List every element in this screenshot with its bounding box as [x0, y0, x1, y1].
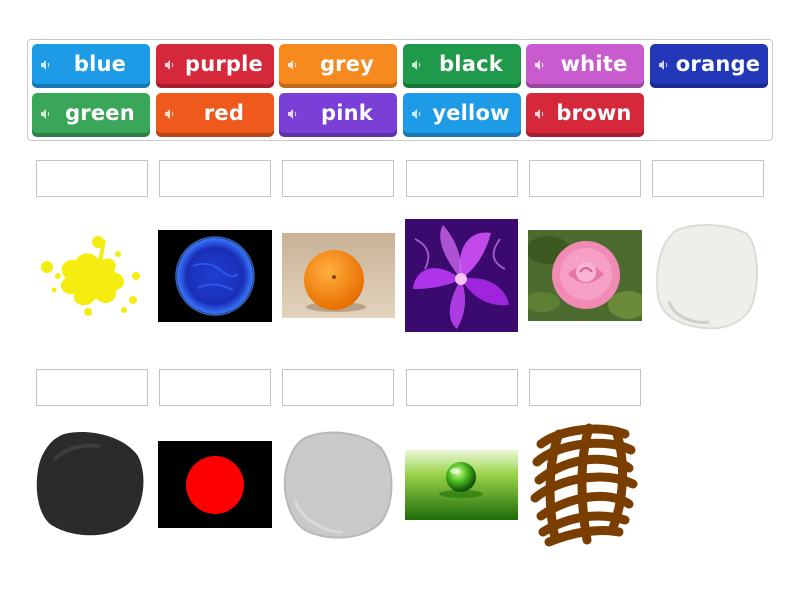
yellow-splash-image — [41, 236, 140, 316]
tile-label: blue — [73, 52, 127, 76]
tile-label: red — [203, 101, 245, 125]
word-tile-green[interactable]: green — [32, 93, 150, 137]
drop-slot-5[interactable] — [529, 160, 641, 197]
speaker-icon[interactable] — [287, 108, 299, 120]
purple-flower-image — [405, 219, 518, 332]
speaker-icon[interactable] — [411, 59, 423, 71]
tile-label: yellow — [432, 101, 510, 125]
tile-label: grey — [319, 52, 375, 76]
speaker-icon[interactable] — [164, 59, 176, 71]
tile-label: black — [439, 52, 503, 76]
blue-sun-image — [158, 230, 272, 322]
drop-slot-3[interactable] — [282, 160, 394, 197]
pink-rose-image — [528, 230, 642, 321]
red-circle-image — [158, 441, 272, 528]
speaker-icon[interactable] — [534, 59, 546, 71]
white-blob-image — [656, 224, 758, 330]
tile-label: brown — [556, 101, 632, 125]
drop-slot-7[interactable] — [36, 369, 148, 406]
word-tile-blue[interactable]: blue — [32, 44, 150, 88]
tile-label: green — [65, 101, 135, 125]
speaker-icon[interactable] — [164, 108, 176, 120]
word-tile-black[interactable]: black — [403, 44, 521, 88]
grey-blob-image — [283, 431, 393, 539]
tile-label: pink — [321, 101, 373, 125]
tile-label: orange — [675, 52, 761, 76]
drop-slot-4[interactable] — [406, 160, 518, 197]
drop-slot-6[interactable] — [652, 160, 764, 197]
black-blob-image — [36, 432, 144, 536]
orange-fruit-image — [282, 233, 395, 318]
speaker-icon[interactable] — [40, 59, 52, 71]
speaker-icon[interactable] — [411, 108, 423, 120]
word-tile-purple[interactable]: purple — [156, 44, 274, 88]
drop-slot-1[interactable] — [36, 160, 148, 197]
word-bank: blue purple grey black white orange gree… — [27, 39, 773, 141]
word-tile-brown[interactable]: brown — [526, 93, 644, 137]
word-tile-yellow[interactable]: yellow — [403, 93, 521, 137]
word-tile-red[interactable]: red — [156, 93, 274, 137]
green-ball-image — [405, 450, 518, 520]
word-tile-orange[interactable]: orange — [650, 44, 768, 88]
drop-slot-11[interactable] — [529, 369, 641, 406]
brown-scribble-image — [530, 423, 638, 547]
tile-label: purple — [184, 52, 263, 76]
tile-label: white — [560, 52, 628, 76]
drop-slot-9[interactable] — [282, 369, 394, 406]
drop-slot-2[interactable] — [159, 160, 271, 197]
word-tile-pink[interactable]: pink — [279, 93, 397, 137]
speaker-icon[interactable] — [658, 59, 670, 71]
word-tile-white[interactable]: white — [526, 44, 644, 88]
drop-slot-8[interactable] — [159, 369, 271, 406]
speaker-icon[interactable] — [534, 108, 546, 120]
drop-slot-10[interactable] — [406, 369, 518, 406]
speaker-icon[interactable] — [40, 108, 52, 120]
word-tile-grey[interactable]: grey — [279, 44, 397, 88]
speaker-icon[interactable] — [287, 59, 299, 71]
